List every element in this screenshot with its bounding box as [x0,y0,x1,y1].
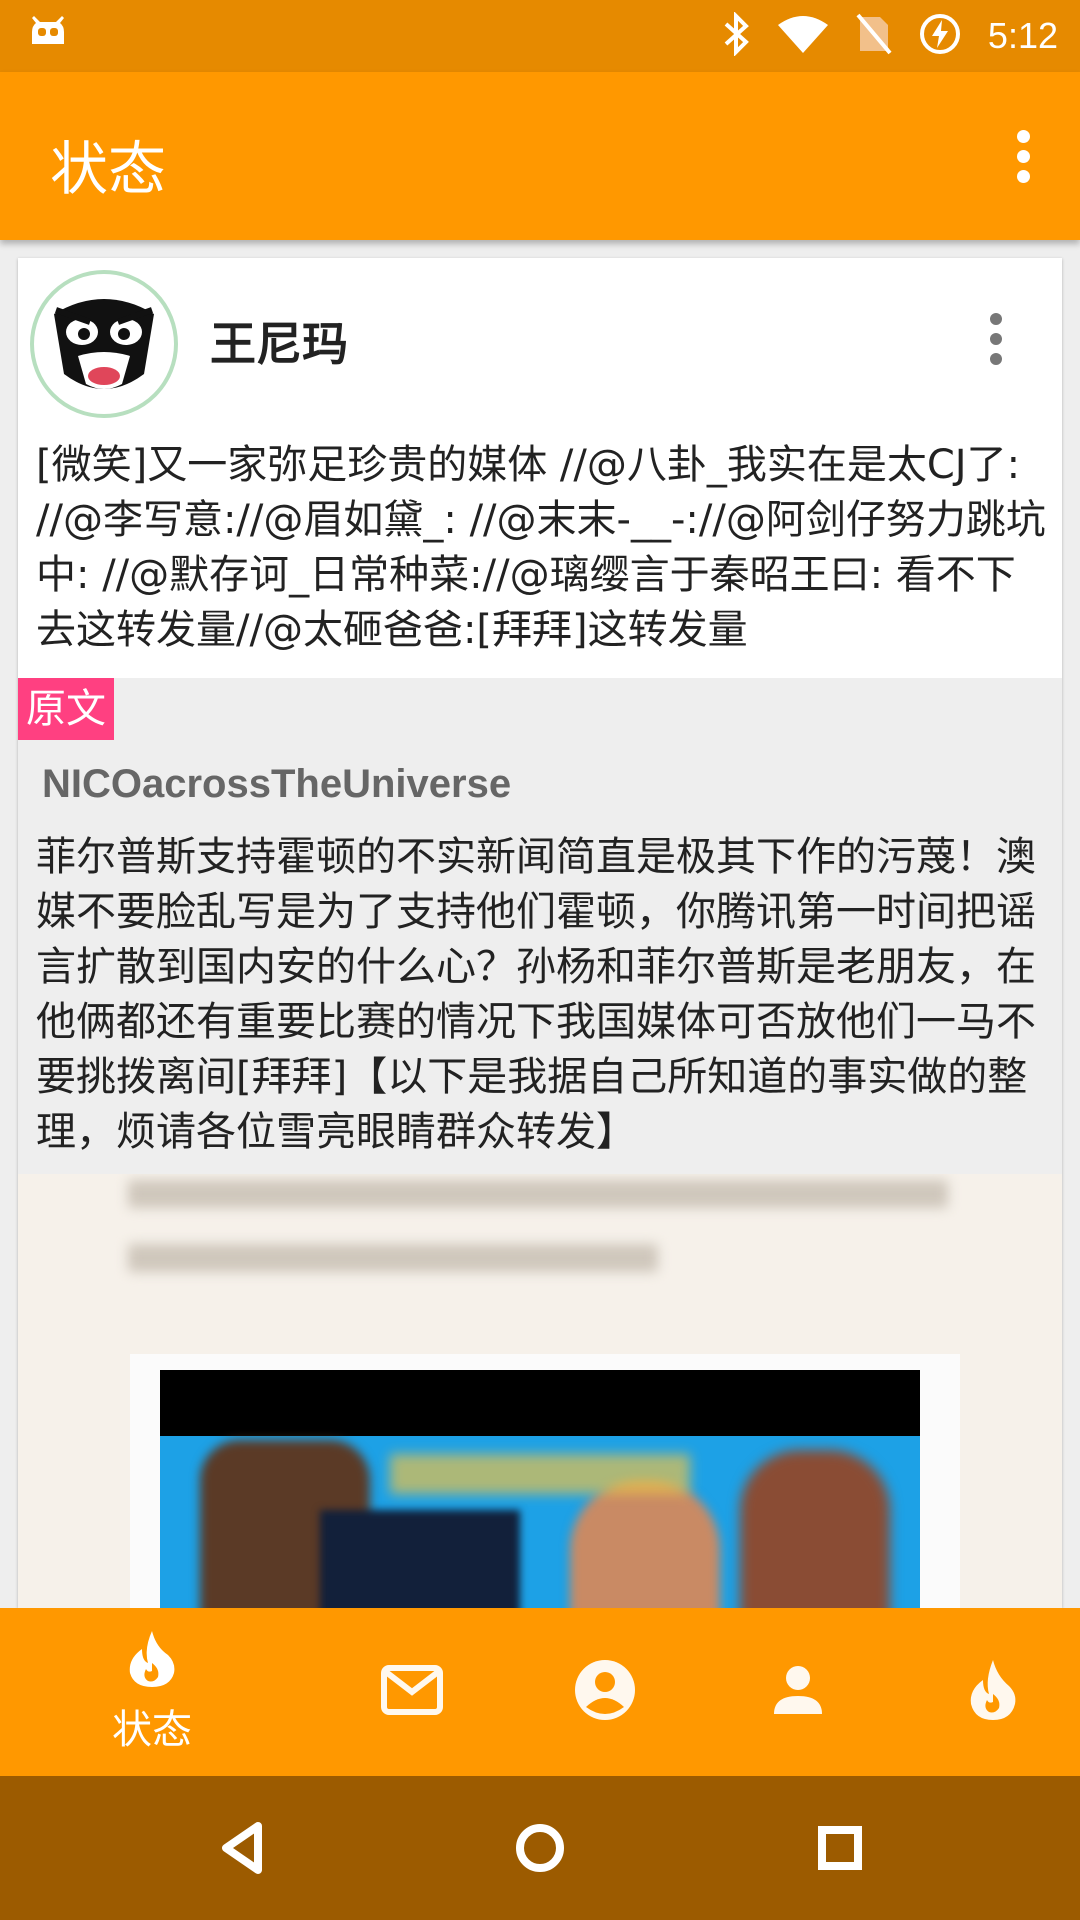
no-sim-icon [856,13,892,59]
post-more-icon[interactable] [986,313,1006,373]
post-text: [微笑]又一家弥足珍贵的媒体 //@八卦_我实在是太CJ了: //@李写意://… [36,442,1046,653]
original-text: 菲尔普斯支持霍顿的不实新闻简直是极其下作的污蔑！澳媒不要脸乱写是为了支持他们霍顿… [36,834,1036,1155]
avatar[interactable] [30,270,178,418]
nav-item-hot[interactable] [885,1608,1080,1776]
account-circle-icon [574,1659,636,1725]
status-time: 5:12 [987,15,1058,56]
bluetooth-icon [722,11,750,60]
mail-icon [380,1664,444,1720]
nav-item-profile[interactable] [497,1608,713,1776]
original-post[interactable]: 原文 NICOacrossTheUniverse 菲尔普斯支持霍顿的不实新闻简直… [18,678,1062,1174]
home-icon[interactable] [508,1816,572,1880]
flame-icon [126,1629,178,1693]
wifi-icon [776,13,830,59]
original-badge: 原文 [18,678,114,740]
nav-item-status[interactable]: 状态 [44,1608,260,1776]
system-navigation-bar [0,1776,1080,1920]
bottom-navigation: 状态 [0,1608,1080,1776]
recents-icon[interactable] [808,1816,872,1880]
overflow-menu-icon[interactable] [1008,130,1038,183]
post-author[interactable]: 王尼玛 [210,308,348,374]
nav-item-user[interactable] [690,1608,906,1776]
back-icon[interactable] [212,1816,276,1880]
battery-charging-icon [918,12,962,60]
status-card[interactable]: 王尼玛 [微笑]又一家弥足珍贵的媒体 //@八卦_我实在是太CJ了: //@李写… [18,258,1062,1608]
post-image[interactable] [18,1174,1062,1608]
nav-label-status: 状态 [112,1707,192,1753]
nav-item-messages[interactable] [304,1608,520,1776]
original-author[interactable]: NICOacrossTheUniverse [42,762,511,807]
person-icon [772,1664,824,1720]
cyanogen-bot-icon [30,14,66,50]
status-bar: 5:12 [0,0,1080,72]
app-bar: 状态 [0,72,1080,240]
flame-icon [967,1658,1019,1726]
page-title: 状态 [50,135,167,203]
